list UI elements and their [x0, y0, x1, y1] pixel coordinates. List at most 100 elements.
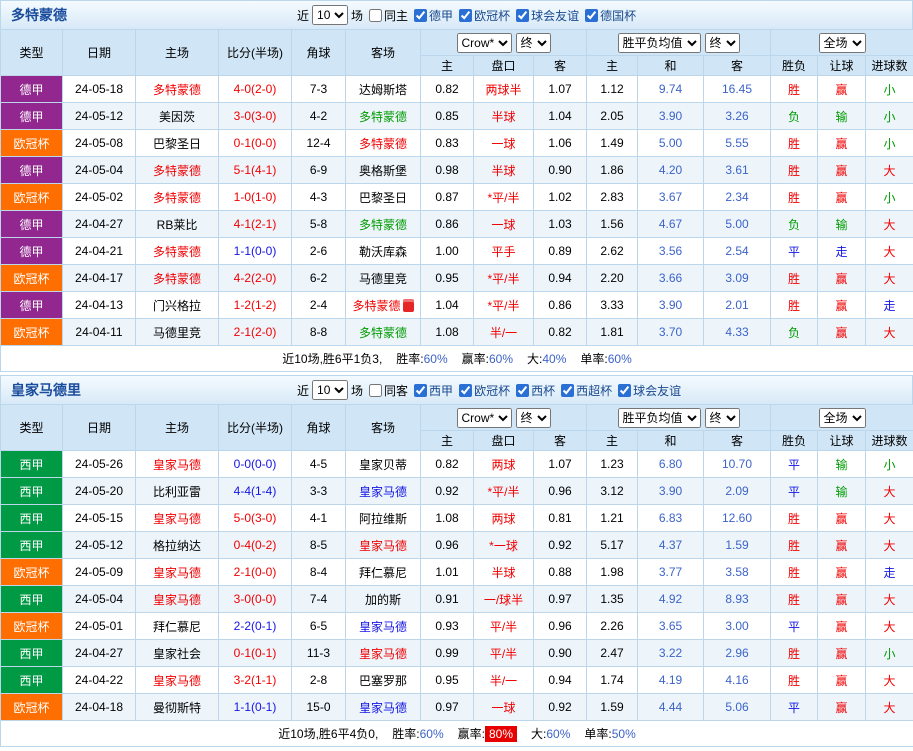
away-odds-cell: 1.04 — [534, 103, 587, 130]
bookmaker-stage-select[interactable]: 终 — [516, 408, 551, 428]
red-packet-icon[interactable] — [403, 299, 414, 312]
home-odds-cell: 1.08 — [421, 319, 474, 346]
league-badge: 欧冠杯 — [1, 559, 63, 586]
league-filter-checkbox[interactable] — [414, 9, 427, 22]
avg-select[interactable]: 胜平负均值 — [618, 33, 701, 53]
summary-stat: 胜率:60% — [396, 352, 447, 366]
bookmaker-stage-select[interactable]: 终 — [516, 33, 551, 53]
avg-home-cell: 1.74 — [587, 667, 638, 694]
league-badge: 德甲 — [1, 157, 63, 184]
match-row: 德甲24-05-12美因茨3-0(3-0)4-2多特蒙德0.85半球1.042.… — [1, 103, 913, 130]
goals-cell: 走 — [866, 559, 913, 586]
odds-header-cell: Crow*终 — [421, 30, 587, 56]
handicap-result-cell: 赢 — [818, 76, 866, 103]
home-odds-cell: 1.04 — [421, 292, 474, 319]
avg-away-cell: 1.59 — [704, 532, 771, 559]
venue-filter: 同主 — [369, 7, 408, 24]
col-avg-away: 客 — [704, 431, 771, 451]
home-team: 曼彻斯特 — [136, 694, 219, 721]
league-filter-checkbox[interactable] — [618, 384, 631, 397]
home-team: 皇家马德 — [136, 559, 219, 586]
away-team: 勒沃库森 — [359, 245, 407, 259]
summary-stat-label: 单率: — [584, 727, 611, 741]
result-cell: 胜 — [771, 76, 818, 103]
match-row: 欧冠杯24-04-18曼彻斯特1-1(0-1)15-0皇家马德0.97一球0.9… — [1, 694, 913, 721]
handicap-result-cell: 走 — [818, 238, 866, 265]
league-filter-checkbox[interactable] — [561, 384, 574, 397]
col-handicap: 盘口 — [474, 431, 534, 451]
avg-home-cell: 2.26 — [587, 613, 638, 640]
away-team-cell: 皇家马德 — [346, 478, 421, 505]
result-cell: 胜 — [771, 157, 818, 184]
result-cell: 胜 — [771, 532, 818, 559]
league-filter: 西甲 — [414, 382, 453, 399]
score-cell: 4-2(2-0) — [219, 265, 292, 292]
avg-home-cell: 2.62 — [587, 238, 638, 265]
bookmaker-select[interactable]: Crow* — [457, 33, 512, 53]
league-filter-label: 西超杯 — [576, 382, 612, 399]
away-team-cell: 多特蒙德 — [346, 130, 421, 157]
home-odds-cell: 1.08 — [421, 505, 474, 532]
date-cell: 24-05-12 — [63, 103, 136, 130]
league-filter-label: 德国杯 — [600, 7, 636, 24]
result-cell: 胜 — [771, 559, 818, 586]
goals-cell: 大 — [866, 238, 913, 265]
home-team: 皇家马德 — [136, 505, 219, 532]
league-filter-checkbox[interactable] — [516, 384, 529, 397]
avg-stage-select[interactable]: 终 — [705, 408, 740, 428]
venue-filter-checkbox[interactable] — [369, 384, 382, 397]
score-cell: 0-0(0-0) — [219, 451, 292, 478]
league-filter-checkbox[interactable] — [585, 9, 598, 22]
avg-select[interactable]: 胜平负均值 — [618, 408, 701, 428]
result-cell: 胜 — [771, 292, 818, 319]
scope-select[interactable]: 全场 — [819, 408, 866, 428]
home-odds-cell: 0.82 — [421, 76, 474, 103]
date-cell: 24-05-15 — [63, 505, 136, 532]
home-odds-cell: 0.95 — [421, 265, 474, 292]
venue-filter-checkbox[interactable] — [369, 9, 382, 22]
league-badge: 德甲 — [1, 292, 63, 319]
avg-home-cell: 1.86 — [587, 157, 638, 184]
bookmaker-select[interactable]: Crow* — [457, 408, 512, 428]
scope-select[interactable]: 全场 — [819, 33, 866, 53]
handicap-result-cell: 赢 — [818, 157, 866, 184]
summary-stat: 单率:50% — [584, 727, 635, 741]
away-team: 加的斯 — [365, 593, 401, 607]
scope-header-cell: 全场 — [771, 30, 913, 56]
summary-stat-value: 60% — [420, 727, 444, 741]
team-history-section: 皇家马德里近10场同客西甲欧冠杯西杯西超杯球会友谊类型日期主场比分(半场)角球客… — [0, 375, 913, 747]
league-filter-checkbox[interactable] — [414, 384, 427, 397]
score-cell: 2-1(0-0) — [219, 559, 292, 586]
away-team: 多特蒙德 — [359, 218, 407, 232]
home-team: 多特蒙德 — [136, 184, 219, 211]
col-avg-draw: 和 — [638, 56, 704, 76]
handicap-cell: *平/半 — [474, 265, 534, 292]
match-count-select[interactable]: 10 — [312, 380, 348, 400]
league-filter-label: 西杯 — [531, 382, 555, 399]
summary-stat-value: 60% — [424, 352, 448, 366]
handicap-cell: 一球 — [474, 211, 534, 238]
handicap-result-cell: 输 — [818, 478, 866, 505]
avg-draw-cell: 4.67 — [638, 211, 704, 238]
league-filter-label: 球会友谊 — [531, 7, 579, 24]
result-cell: 负 — [771, 319, 818, 346]
league-filter-checkbox[interactable] — [459, 384, 472, 397]
avg-away-cell: 5.55 — [704, 130, 771, 157]
avg-draw-cell: 9.74 — [638, 76, 704, 103]
result-cell: 胜 — [771, 640, 818, 667]
date-cell: 24-04-21 — [63, 238, 136, 265]
handicap-result-cell: 赢 — [818, 559, 866, 586]
avg-stage-select[interactable]: 终 — [705, 33, 740, 53]
date-cell: 24-05-20 — [63, 478, 136, 505]
handicap-cell: 半/一 — [474, 667, 534, 694]
handicap-result-cell: 赢 — [818, 613, 866, 640]
league-filter-checkbox[interactable] — [516, 9, 529, 22]
match-count-select[interactable]: 10 — [312, 5, 348, 25]
match-row: 欧冠杯24-05-09皇家马德2-1(0-0)8-4拜仁慕尼1.01半球0.88… — [1, 559, 913, 586]
avg-home-cell: 2.83 — [587, 184, 638, 211]
home-team: 多特蒙德 — [136, 265, 219, 292]
team-history-section: 多特蒙德近10场同主德甲欧冠杯球会友谊德国杯类型日期主场比分(半场)角球客场Cr… — [0, 0, 913, 372]
avg-header-cell: 胜平负均值终 — [587, 30, 771, 56]
avg-away-cell: 3.00 — [704, 613, 771, 640]
league-filter-checkbox[interactable] — [459, 9, 472, 22]
